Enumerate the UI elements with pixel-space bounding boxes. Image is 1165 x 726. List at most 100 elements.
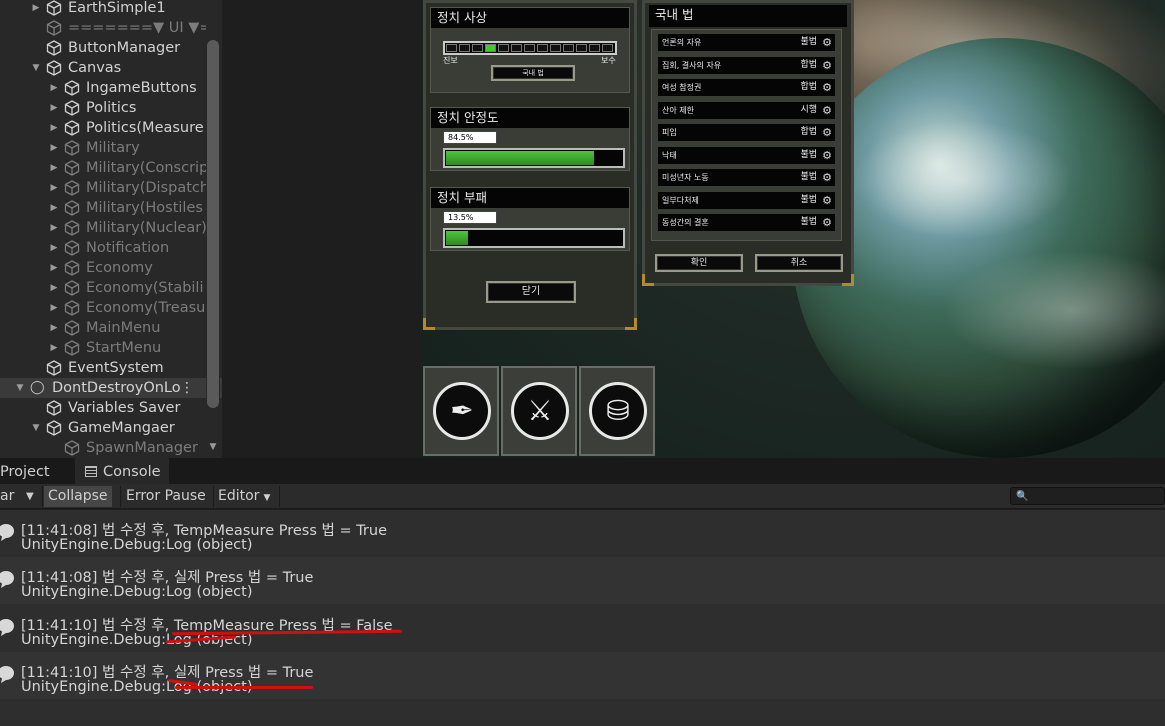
expand-right-icon[interactable]: ▶ [48,218,60,238]
collapse-button[interactable]: Collapse [44,486,112,507]
hierarchy-item[interactable]: ▼ GameMangaer [0,418,222,438]
unity-scene-icon: ◯ [30,380,45,395]
law-row[interactable]: 언론의 자유 불법 ⚙ [658,34,835,51]
domestic-law-button[interactable]: 국내 법 [491,65,575,81]
law-row[interactable]: 산아 제한 시행 ⚙ [658,101,835,119]
log-message-icon [0,571,14,589]
scroll-button[interactable]: ✒ [423,366,499,456]
tab-console[interactable]: Console [75,458,169,484]
more-options-icon[interactable]: ⋮ [180,378,194,398]
hierarchy-item[interactable]: ▶ Military [0,138,222,158]
clear-button[interactable]: ar [0,486,18,507]
panel-corner [642,274,654,286]
error-pause-button[interactable]: Error Pause [122,486,210,507]
hierarchy-item[interactable]: ▶ EarthSimple1 [0,0,222,18]
hierarchy-scroll-thumb[interactable] [207,40,219,408]
hierarchy-item[interactable]: ButtonManager [0,38,222,58]
ideology-cell [563,44,574,52]
expand-right-icon[interactable]: ▶ [48,198,60,218]
tab-project[interactable]: Project [0,458,58,484]
expand-right-icon[interactable]: ▶ [48,78,60,98]
editor-dropdown[interactable]: Editor ▼ [214,486,274,507]
clear-dropdown-icon[interactable]: ▼ [22,486,38,507]
law-row[interactable]: 일부다처제 불법 ⚙ [658,191,835,209]
gear-icon[interactable]: ⚙ [822,169,832,186]
law-row[interactable]: 여성 참정권 합법 ⚙ [658,79,835,96]
gear-icon[interactable]: ⚙ [822,214,832,231]
expand-down-icon[interactable]: ▼ [30,418,42,438]
scroll-down-arrow-icon[interactable]: ▼ [207,442,219,454]
hierarchy-item[interactable]: EventSystem [0,358,222,378]
gear-icon[interactable]: ⚙ [822,147,832,164]
hierarchy-item[interactable]: ▶ Economy [0,258,222,278]
expand-right-icon[interactable]: ▶ [48,338,60,358]
gear-icon[interactable]: ⚙ [822,34,832,51]
expand-down-icon[interactable]: ▼ [30,58,42,78]
hierarchy-item-label: Economy [86,260,153,276]
expand-right-icon[interactable]: ▶ [48,298,60,318]
expand-right-icon[interactable]: ▶ [48,98,60,118]
gear-icon[interactable]: ⚙ [822,57,832,74]
gear-icon[interactable]: ⚙ [822,192,832,209]
hierarchy-item[interactable]: ▶ Notification [0,238,222,258]
hierarchy-item-label: Military(Conscrip [86,160,209,176]
log-entry[interactable]: [11:41:08] 법 수정 후, 실제 Press 법 = True Unit… [0,557,1165,605]
console-search-input[interactable]: 🔍 [1010,487,1165,505]
gear-icon[interactable]: ⚙ [822,102,832,119]
hierarchy-item[interactable]: ▶ StartMenu [0,338,222,358]
game-view: 정치 사상 진보 보수 국내 법 정치 안정도 84.5% 정치 부패 13.5… [222,0,1165,458]
hierarchy-item[interactable]: ▶ Military(Conscrip [0,158,222,178]
hierarchy-item[interactable]: Variables Saver [0,398,222,418]
hierarchy-item[interactable]: ▶ IngameButtons [0,78,222,98]
hierarchy-item-label: MainMenu [86,320,161,336]
expand-down-icon[interactable]: ▼ [14,378,26,398]
expand-right-icon[interactable]: ▶ [30,0,42,18]
log-entry[interactable]: [11:41:10] 법 수정 후, TempMeasure Press 법 =… [0,605,1165,652]
expand-right-icon[interactable]: ▶ [48,158,60,178]
toolbar-separator [120,486,121,507]
expand-right-icon[interactable]: ▶ [48,318,60,338]
law-name: 여성 참정권 [662,83,702,92]
confirm-button[interactable]: 확인 [655,254,743,272]
log-entry[interactable]: [11:41:08] 법 수정 후, TempMeasure Press 법 =… [0,510,1165,557]
law-row[interactable]: 낙태 불법 ⚙ [658,146,835,164]
toolbar-separator [279,486,280,507]
ideology-slider[interactable] [443,41,617,55]
expand-right-icon[interactable]: ▶ [48,118,60,138]
hierarchy-item[interactable]: SpawnManager [0,438,222,458]
close-button[interactable]: 닫기 [486,281,576,303]
hierarchy-item[interactable]: ▶ MainMenu [0,318,222,338]
expand-right-icon[interactable]: ▶ [48,278,60,298]
hierarchy-item[interactable]: =======▼ UI ▼= [0,18,222,38]
hierarchy-item[interactable]: ▶ Economy(Stabili [0,278,222,298]
law-name: 미성년자 노동 [662,173,709,182]
law-status: 불법 [800,149,817,160]
expand-right-icon[interactable]: ▶ [48,258,60,278]
hierarchy-item[interactable]: ▶ Military(Dispatch [0,178,222,198]
hierarchy-item[interactable]: ▶ Economy(Treasu [0,298,222,318]
hierarchy-item[interactable]: ▶ Politics(Measure [0,118,222,138]
hierarchy-item[interactable]: ▼ ◯ DontDestroyOnLo ⋮ [0,378,222,398]
law-row[interactable]: 미성년자 노동 불법 ⚙ [658,169,835,186]
expand-right-icon[interactable]: ▶ [48,178,60,198]
hierarchy-item[interactable]: ▶ Politics [0,98,222,118]
hierarchy-item[interactable]: ▶ Military(Nuclear) [0,218,222,238]
law-row[interactable]: 동성간의 결혼 불법 ⚙ [658,214,835,231]
log-entry[interactable]: [11:41:10] 법 수정 후, 실제 Press 법 = True Unit… [0,651,1165,699]
expand-right-icon[interactable]: ▶ [48,138,60,158]
hierarchy-item[interactable]: ▶ Military(Hostiles [0,198,222,218]
coins-button[interactable]: ⛁ [579,366,655,456]
log-stacktrace: UnityEngine.Debug:Log (object) [21,584,253,601]
hierarchy-item-label: Military(Hostiles [86,200,203,216]
gear-icon[interactable]: ⚙ [822,79,832,96]
cloud-layer [852,120,1072,240]
gear-icon[interactable]: ⚙ [822,124,832,141]
expand-right-icon[interactable]: ▶ [48,238,60,258]
hierarchy-item-label: Notification [86,240,170,256]
cancel-button[interactable]: 취소 [755,254,843,272]
law-row[interactable]: 집회, 결사의 자유 합법 ⚙ [658,56,835,74]
law-row[interactable]: 피임 합법 ⚙ [658,124,835,141]
ideology-cell [446,44,457,52]
sword-button[interactable]: ⚔ [501,366,577,456]
hierarchy-item[interactable]: ▼ Canvas [0,58,222,78]
